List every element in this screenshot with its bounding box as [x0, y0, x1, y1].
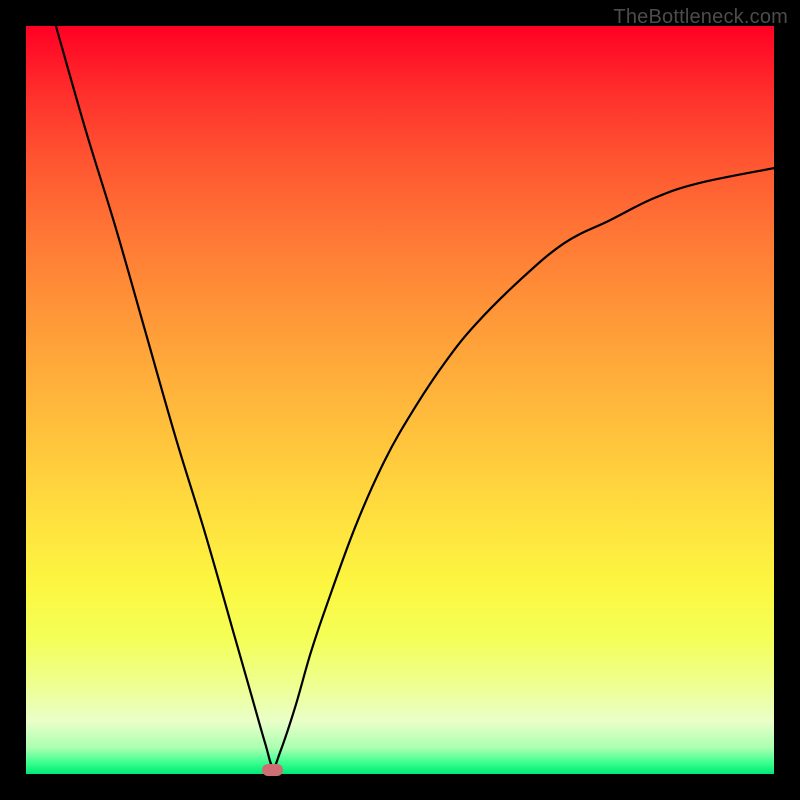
- optimum-marker: [262, 764, 283, 776]
- plot-frame: [26, 26, 774, 774]
- plot-area: [26, 26, 774, 774]
- bottleneck-curve: [26, 26, 774, 774]
- watermark-text: TheBottleneck.com: [613, 6, 788, 29]
- curve-path: [56, 26, 774, 767]
